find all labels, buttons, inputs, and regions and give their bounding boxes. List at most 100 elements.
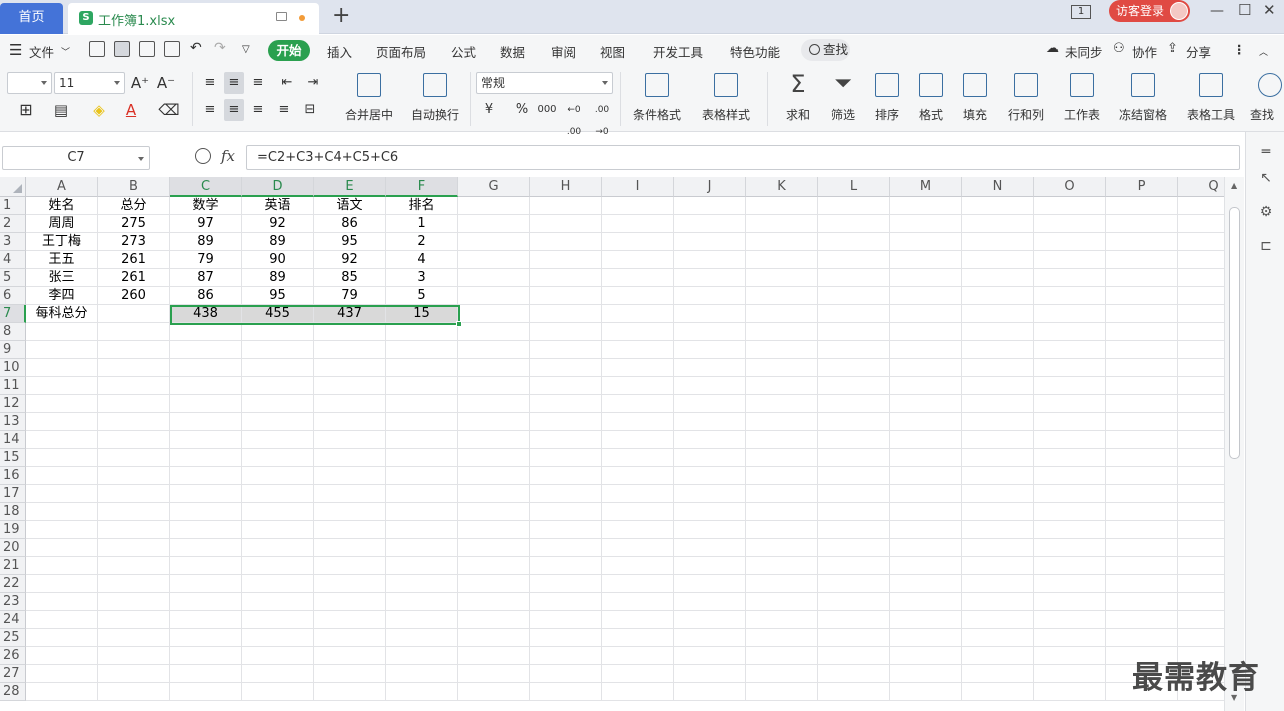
clear-icon[interactable]: ⌫ <box>155 99 183 121</box>
cell-l22[interactable] <box>818 575 890 593</box>
cell-l20[interactable] <box>818 539 890 557</box>
column-header-a[interactable]: A <box>26 177 98 197</box>
cell-q23[interactable] <box>1178 593 1224 611</box>
wrap-text-button[interactable]: 自动换行 <box>406 70 464 123</box>
cell-f4[interactable]: 4 <box>386 251 458 269</box>
cell-n21[interactable] <box>962 557 1034 575</box>
cell-g21[interactable] <box>458 557 530 575</box>
cell-p15[interactable] <box>1106 449 1178 467</box>
cell-h2[interactable] <box>530 215 602 233</box>
cell-o19[interactable] <box>1034 521 1106 539</box>
row-header-8[interactable]: 8 <box>0 323 26 341</box>
fx-icon[interactable]: fx <box>221 147 235 165</box>
cell-n27[interactable] <box>962 665 1034 683</box>
cell-n6[interactable] <box>962 287 1034 305</box>
cell-p9[interactable] <box>1106 341 1178 359</box>
cell-o5[interactable] <box>1034 269 1106 287</box>
cell-b5[interactable]: 261 <box>98 269 170 287</box>
cell-f19[interactable] <box>386 521 458 539</box>
cell-f17[interactable] <box>386 485 458 503</box>
vertical-scrollbar[interactable]: ▲ ▼ <box>1224 177 1244 711</box>
row-header-11[interactable]: 11 <box>0 377 26 395</box>
cell-e7[interactable]: 437 <box>314 305 386 323</box>
row-header-1[interactable]: 1 <box>0 197 26 215</box>
cell-m12[interactable] <box>890 395 962 413</box>
cell-j11[interactable] <box>674 377 746 395</box>
sum-button[interactable]: Σ 求和 <box>779 70 817 123</box>
row-header-23[interactable]: 23 <box>0 593 26 611</box>
cell-m27[interactable] <box>890 665 962 683</box>
cell-m28[interactable] <box>890 683 962 701</box>
cell-b15[interactable] <box>98 449 170 467</box>
cell-m6[interactable] <box>890 287 962 305</box>
cell-q11[interactable] <box>1178 377 1224 395</box>
row-header-7[interactable]: 7 <box>0 305 26 323</box>
scroll-up-icon[interactable]: ▲ <box>1231 181 1237 190</box>
cell-h17[interactable] <box>530 485 602 503</box>
cell-d3[interactable]: 89 <box>242 233 314 251</box>
cell-a8[interactable] <box>26 323 98 341</box>
hamburger-icon[interactable]: ☰ <box>9 41 22 59</box>
cell-k25[interactable] <box>746 629 818 647</box>
cell-q22[interactable] <box>1178 575 1224 593</box>
cell-o14[interactable] <box>1034 431 1106 449</box>
cell-a7[interactable]: 每科总分 <box>26 305 98 323</box>
menu-lines-icon[interactable]: ═ <box>1258 144 1274 160</box>
cell-a4[interactable]: 王五 <box>26 251 98 269</box>
cell-h5[interactable] <box>530 269 602 287</box>
row-header-3[interactable]: 3 <box>0 233 26 251</box>
cell-d12[interactable] <box>242 395 314 413</box>
cell-i7[interactable] <box>602 305 674 323</box>
cell-k7[interactable] <box>746 305 818 323</box>
print-icon[interactable] <box>139 41 155 57</box>
minimize-icon[interactable]: — <box>1210 3 1224 19</box>
cell-d10[interactable] <box>242 359 314 377</box>
column-header-c[interactable]: C <box>170 177 242 197</box>
cell-q10[interactable] <box>1178 359 1224 377</box>
cell-f26[interactable] <box>386 647 458 665</box>
cell-k5[interactable] <box>746 269 818 287</box>
format-painter-icon[interactable] <box>114 41 130 57</box>
cell-i1[interactable] <box>602 197 674 215</box>
cell-h1[interactable] <box>530 197 602 215</box>
cell-i18[interactable] <box>602 503 674 521</box>
cell-b20[interactable] <box>98 539 170 557</box>
row-header-17[interactable]: 17 <box>0 485 26 503</box>
cell-g12[interactable] <box>458 395 530 413</box>
cell-k11[interactable] <box>746 377 818 395</box>
cell-i14[interactable] <box>602 431 674 449</box>
cell-j6[interactable] <box>674 287 746 305</box>
cell-p4[interactable] <box>1106 251 1178 269</box>
cell-k17[interactable] <box>746 485 818 503</box>
column-header-h[interactable]: H <box>530 177 602 197</box>
cell-d6[interactable]: 95 <box>242 287 314 305</box>
cell-p8[interactable] <box>1106 323 1178 341</box>
row-header-15[interactable]: 15 <box>0 449 26 467</box>
cell-g25[interactable] <box>458 629 530 647</box>
cell-g13[interactable] <box>458 413 530 431</box>
cell-e21[interactable] <box>314 557 386 575</box>
row-header-2[interactable]: 2 <box>0 215 26 233</box>
tab-home[interactable]: 开始 <box>268 40 310 61</box>
column-header-l[interactable]: L <box>818 177 890 197</box>
cell-i25[interactable] <box>602 629 674 647</box>
format-button[interactable]: 格式 <box>912 70 950 123</box>
row-header-6[interactable]: 6 <box>0 287 26 305</box>
tab-formulas[interactable]: 公式 <box>451 42 476 61</box>
cell-b10[interactable] <box>98 359 170 377</box>
cell-a12[interactable] <box>26 395 98 413</box>
cell-d28[interactable] <box>242 683 314 701</box>
cell-m9[interactable] <box>890 341 962 359</box>
cell-a2[interactable]: 周周 <box>26 215 98 233</box>
row-col-button[interactable]: 行和列 <box>1001 70 1051 123</box>
column-header-q[interactable]: Q <box>1178 177 1224 197</box>
cell-j5[interactable] <box>674 269 746 287</box>
cell-f28[interactable] <box>386 683 458 701</box>
cell-b1[interactable]: 总分 <box>98 197 170 215</box>
cell-q3[interactable] <box>1178 233 1224 251</box>
cell-o8[interactable] <box>1034 323 1106 341</box>
cell-p10[interactable] <box>1106 359 1178 377</box>
cell-h6[interactable] <box>530 287 602 305</box>
cell-c18[interactable] <box>170 503 242 521</box>
fill-button[interactable]: 填充 <box>956 70 994 123</box>
